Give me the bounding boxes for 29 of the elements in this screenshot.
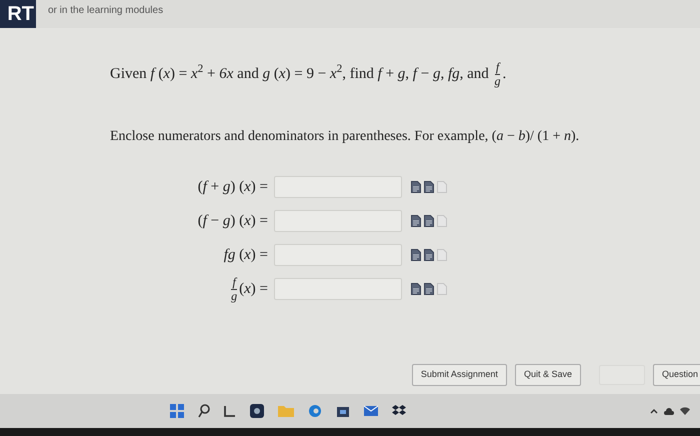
instruction-text: Enclose numerators and denominators in parentheses. For example, (a − b)/ (1 + n).	[110, 128, 580, 146]
document-icon[interactable]	[424, 181, 434, 193]
search-icon[interactable]	[198, 404, 210, 418]
browser-icon[interactable]	[308, 404, 322, 418]
document-icon[interactable]	[411, 215, 421, 227]
logo: RT	[0, 0, 36, 28]
windows-start-icon[interactable]	[170, 404, 184, 418]
footer-button[interactable]: Quit & Save	[514, 364, 581, 386]
document-icon[interactable]	[411, 249, 421, 261]
answer-field[interactable]	[274, 244, 402, 266]
document-icon[interactable]	[411, 181, 421, 193]
caret-up-icon[interactable]	[650, 408, 658, 414]
footer-button[interactable]: Question	[652, 364, 700, 386]
header-note: or in the learning modules	[48, 4, 164, 18]
footer-button[interactable]: Submit Assignment	[412, 364, 507, 386]
document-icon[interactable]	[411, 283, 421, 295]
cloud-icon[interactable]	[664, 408, 674, 414]
answer-label: (f − g) (x) =	[196, 212, 269, 231]
document-icon[interactable]	[424, 249, 434, 261]
answer-label: fg (x) =	[222, 246, 269, 265]
answer-field[interactable]	[274, 176, 402, 198]
dropbox-icon[interactable]	[392, 405, 406, 417]
mail-icon[interactable]	[364, 404, 378, 418]
document-icon[interactable]	[424, 283, 434, 295]
answer-field[interactable]	[274, 210, 402, 232]
answer-field[interactable]	[274, 278, 402, 300]
answer-label: (f + g) (x) =	[196, 178, 269, 197]
wifi-icon[interactable]	[680, 407, 690, 415]
document-icon[interactable]	[424, 215, 434, 227]
